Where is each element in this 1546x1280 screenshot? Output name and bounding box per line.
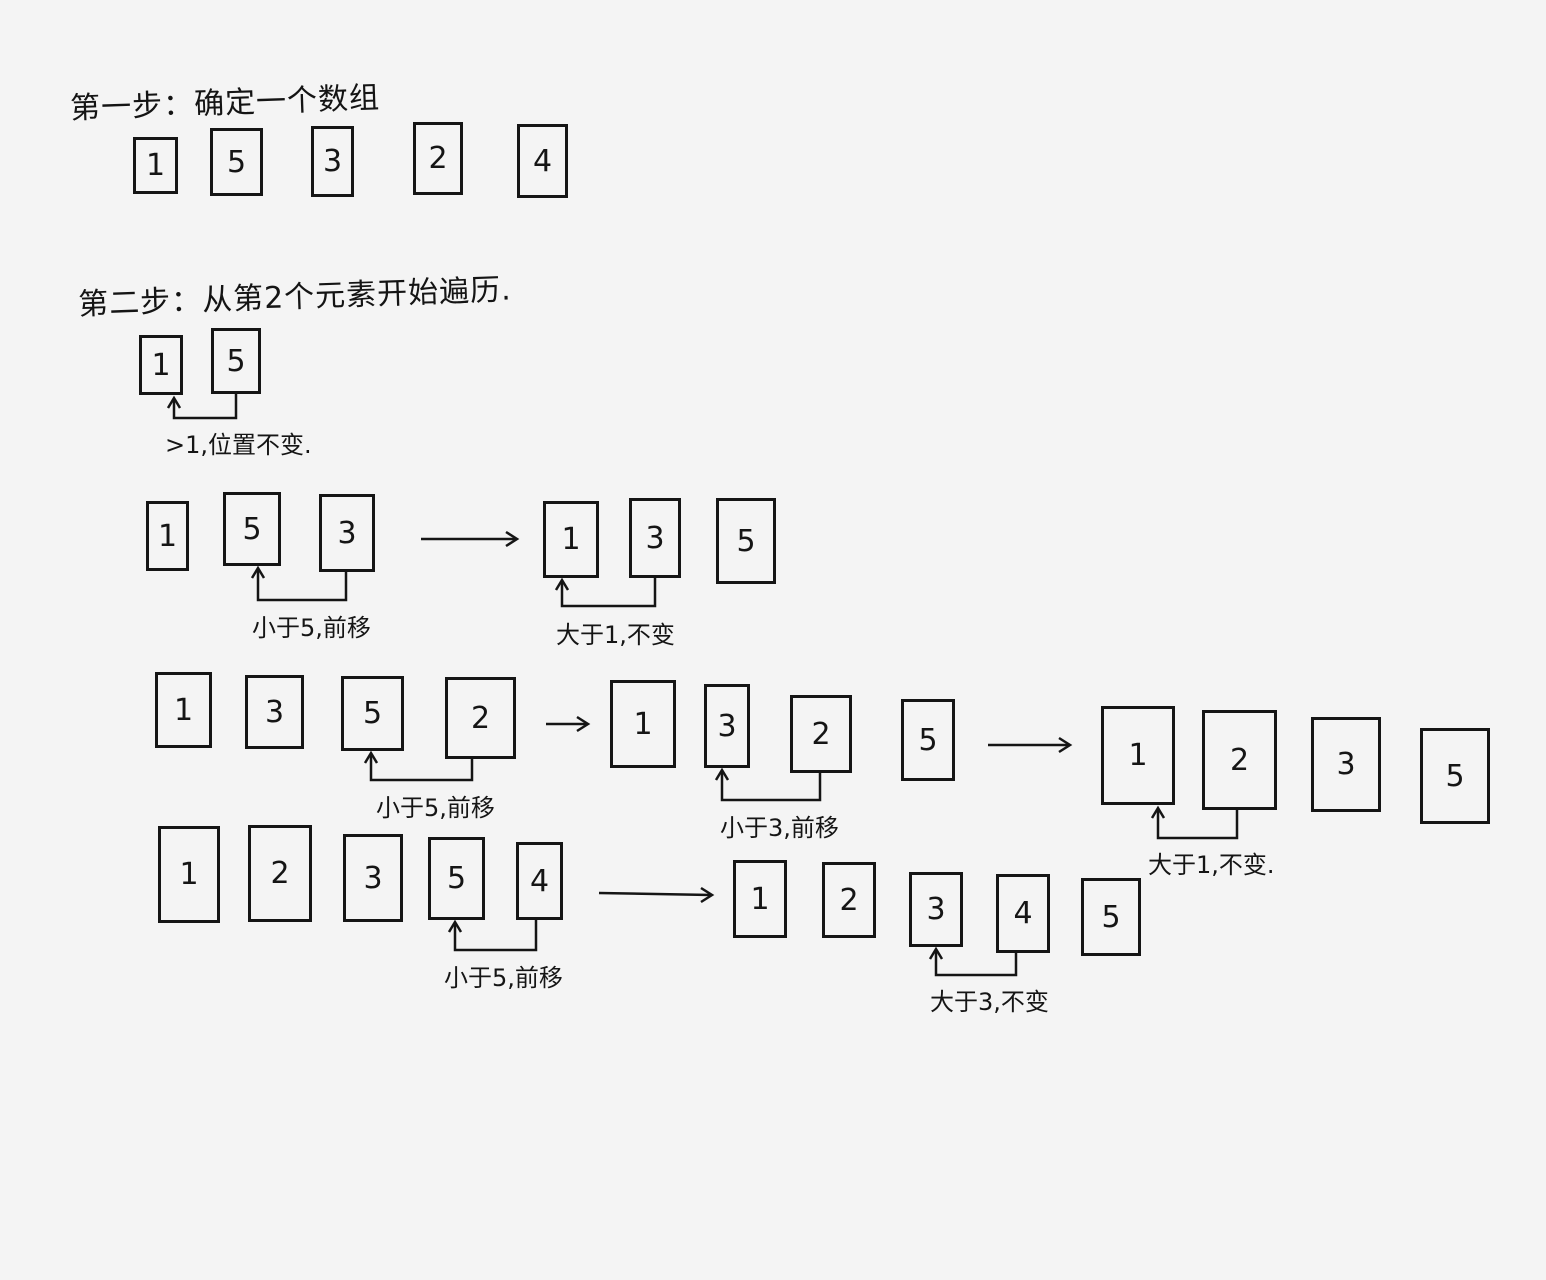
array-cell: 3 <box>245 675 304 749</box>
array-cell: 1 <box>155 672 212 748</box>
compare-arrowhead <box>714 767 730 781</box>
comparison-note: 大于1,不变 <box>556 621 675 649</box>
array-cell: 2 <box>822 862 876 938</box>
array-cell: 1 <box>543 501 599 578</box>
array-cell: 1 <box>158 826 220 923</box>
step2-title: 第二步：从第2个元素开始遍历. <box>77 272 513 323</box>
array-cell: 2 <box>413 122 463 195</box>
array-cell: 1 <box>1101 706 1175 805</box>
array-cell: 1 <box>133 137 178 194</box>
comparison-note: 小于5,前移 <box>252 614 371 642</box>
array-cell: 3 <box>343 834 403 922</box>
compare-bracket <box>172 394 238 420</box>
transition-arrow <box>546 715 591 733</box>
comparison-note: 小于3,前移 <box>720 814 839 842</box>
transition-arrow <box>988 736 1073 754</box>
array-cell: 3 <box>319 494 375 572</box>
transition-arrow <box>421 530 520 548</box>
array-cell: 4 <box>996 874 1050 953</box>
array-cell: 5 <box>210 128 263 196</box>
compare-arrowhead <box>250 565 266 579</box>
compare-bracket <box>720 770 822 802</box>
comparison-note: >1,位置不变. <box>165 431 312 459</box>
compare-arrowhead <box>928 946 944 960</box>
array-cell: 2 <box>1202 710 1277 810</box>
array-cell: 5 <box>223 492 281 566</box>
compare-bracket <box>453 920 538 952</box>
transition-arrow <box>598 886 715 904</box>
array-cell: 5 <box>211 328 261 394</box>
compare-bracket <box>560 578 657 608</box>
array-cell: 2 <box>248 825 312 922</box>
array-cell: 5 <box>428 837 485 920</box>
array-cell: 1 <box>146 501 189 571</box>
array-cell: 1 <box>139 335 183 395</box>
array-cell: 1 <box>610 680 676 768</box>
array-cell: 5 <box>901 699 955 781</box>
array-cell: 4 <box>517 124 568 198</box>
array-cell: 5 <box>1081 878 1141 956</box>
array-cell: 3 <box>1311 717 1381 812</box>
array-cell: 2 <box>445 677 516 759</box>
compare-arrowhead <box>1150 805 1166 819</box>
compare-arrowhead <box>554 577 570 591</box>
array-cell: 2 <box>790 695 852 773</box>
compare-arrowhead <box>166 395 182 409</box>
comparison-note: 小于5,前移 <box>376 794 495 822</box>
comparison-note: 小于5,前移 <box>444 964 563 992</box>
array-cell: 3 <box>909 872 963 947</box>
compare-bracket <box>256 568 348 602</box>
array-cell: 5 <box>341 676 404 751</box>
comparison-note: 大于1,不变. <box>1148 851 1275 879</box>
array-cell: 1 <box>733 860 787 938</box>
step1-title: 第一步：确定一个数组 <box>69 80 381 127</box>
array-cell: 3 <box>704 684 750 768</box>
compare-bracket <box>1156 808 1239 840</box>
array-cell: 3 <box>311 126 354 197</box>
compare-arrowhead <box>447 919 463 933</box>
array-cell: 3 <box>629 498 681 578</box>
array-cell: 5 <box>716 498 776 584</box>
compare-arrowhead <box>363 750 379 764</box>
array-cell: 5 <box>1420 728 1490 824</box>
array-cell: 4 <box>516 842 563 920</box>
comparison-note: 大于3,不变 <box>930 988 1049 1016</box>
